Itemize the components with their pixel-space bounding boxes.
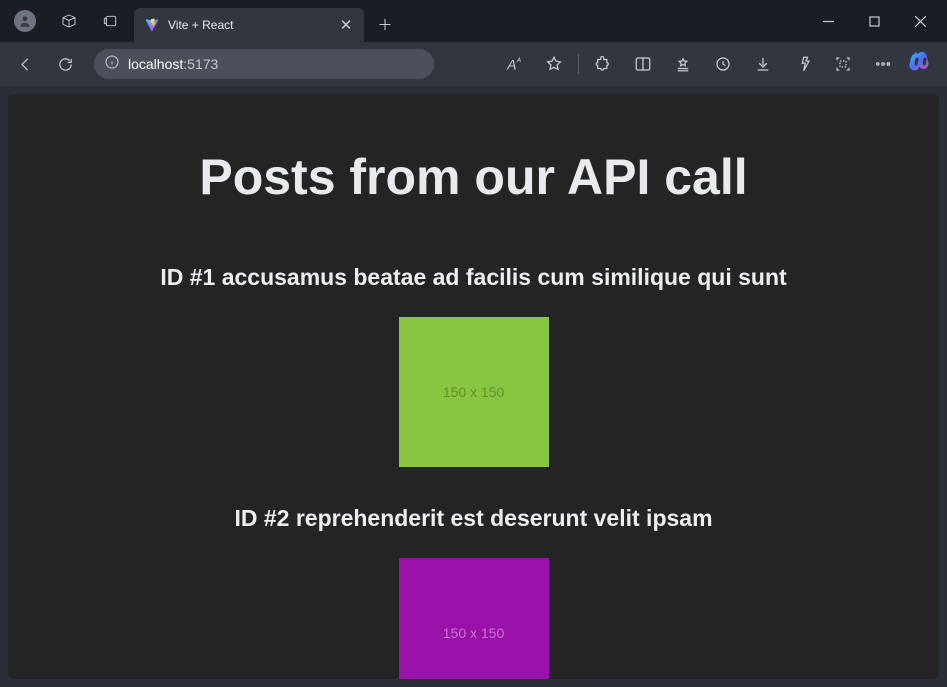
post-title: ID #2 reprehenderit est deserunt velit i… bbox=[8, 505, 939, 532]
titlebar-left: Vite + React ✕ ＋ bbox=[4, 1, 400, 42]
more-menu-button[interactable] bbox=[863, 47, 903, 81]
new-tab-button[interactable]: ＋ bbox=[370, 9, 400, 39]
thumbnail-dimensions: 150 x 150 bbox=[443, 384, 505, 400]
extensions-button[interactable] bbox=[583, 47, 623, 81]
window-titlebar: Vite + React ✕ ＋ bbox=[0, 0, 947, 42]
tab-actions-icon[interactable] bbox=[92, 4, 130, 38]
reading-mode-button[interactable]: Aᴬ bbox=[494, 47, 534, 81]
toolbar-right: Aᴬ bbox=[494, 46, 939, 82]
profile-avatar[interactable] bbox=[14, 10, 36, 32]
screenshot-button[interactable] bbox=[823, 47, 863, 81]
post-thumbnail: 150 x 150 bbox=[399, 317, 549, 467]
workspaces-icon[interactable] bbox=[50, 4, 88, 38]
address-bar[interactable]: localhost:5173 bbox=[94, 49, 434, 79]
site-info-icon[interactable] bbox=[104, 54, 120, 75]
back-button[interactable] bbox=[8, 47, 42, 81]
viewport: Posts from our API call ID #1 accusamus … bbox=[0, 86, 947, 687]
post-title: ID #1 accusamus beatae ad facilis cum si… bbox=[8, 264, 939, 291]
page-title: Posts from our API call bbox=[8, 148, 939, 206]
post-item: ID #1 accusamus beatae ad facilis cum si… bbox=[8, 264, 939, 467]
tab-close-icon[interactable]: ✕ bbox=[338, 16, 354, 34]
maximize-button[interactable] bbox=[851, 5, 897, 37]
vite-favicon-icon bbox=[144, 17, 160, 33]
tab-title: Vite + React bbox=[168, 18, 330, 32]
performance-button[interactable] bbox=[783, 47, 823, 81]
favorites-list-button[interactable] bbox=[663, 47, 703, 81]
downloads-button[interactable] bbox=[743, 47, 783, 81]
url-text: localhost:5173 bbox=[128, 56, 424, 72]
history-button[interactable] bbox=[703, 47, 743, 81]
window-controls bbox=[805, 5, 943, 37]
thumbnail-dimensions: 150 x 150 bbox=[443, 625, 505, 641]
page-content[interactable]: Posts from our API call ID #1 accusamus … bbox=[8, 94, 939, 679]
url-host: localhost bbox=[128, 56, 183, 72]
browser-toolbar: localhost:5173 Aᴬ bbox=[0, 42, 947, 86]
post-thumbnail: 150 x 150 bbox=[399, 558, 549, 679]
minimize-button[interactable] bbox=[805, 5, 851, 37]
close-window-button[interactable] bbox=[897, 5, 943, 37]
copilot-button[interactable] bbox=[903, 46, 939, 82]
post-item: ID #2 reprehenderit est deserunt velit i… bbox=[8, 505, 939, 679]
url-port: :5173 bbox=[183, 56, 218, 72]
split-screen-button[interactable] bbox=[623, 47, 663, 81]
refresh-button[interactable] bbox=[48, 47, 82, 81]
browser-tab[interactable]: Vite + React ✕ bbox=[134, 8, 364, 42]
favorite-button[interactable] bbox=[534, 47, 574, 81]
